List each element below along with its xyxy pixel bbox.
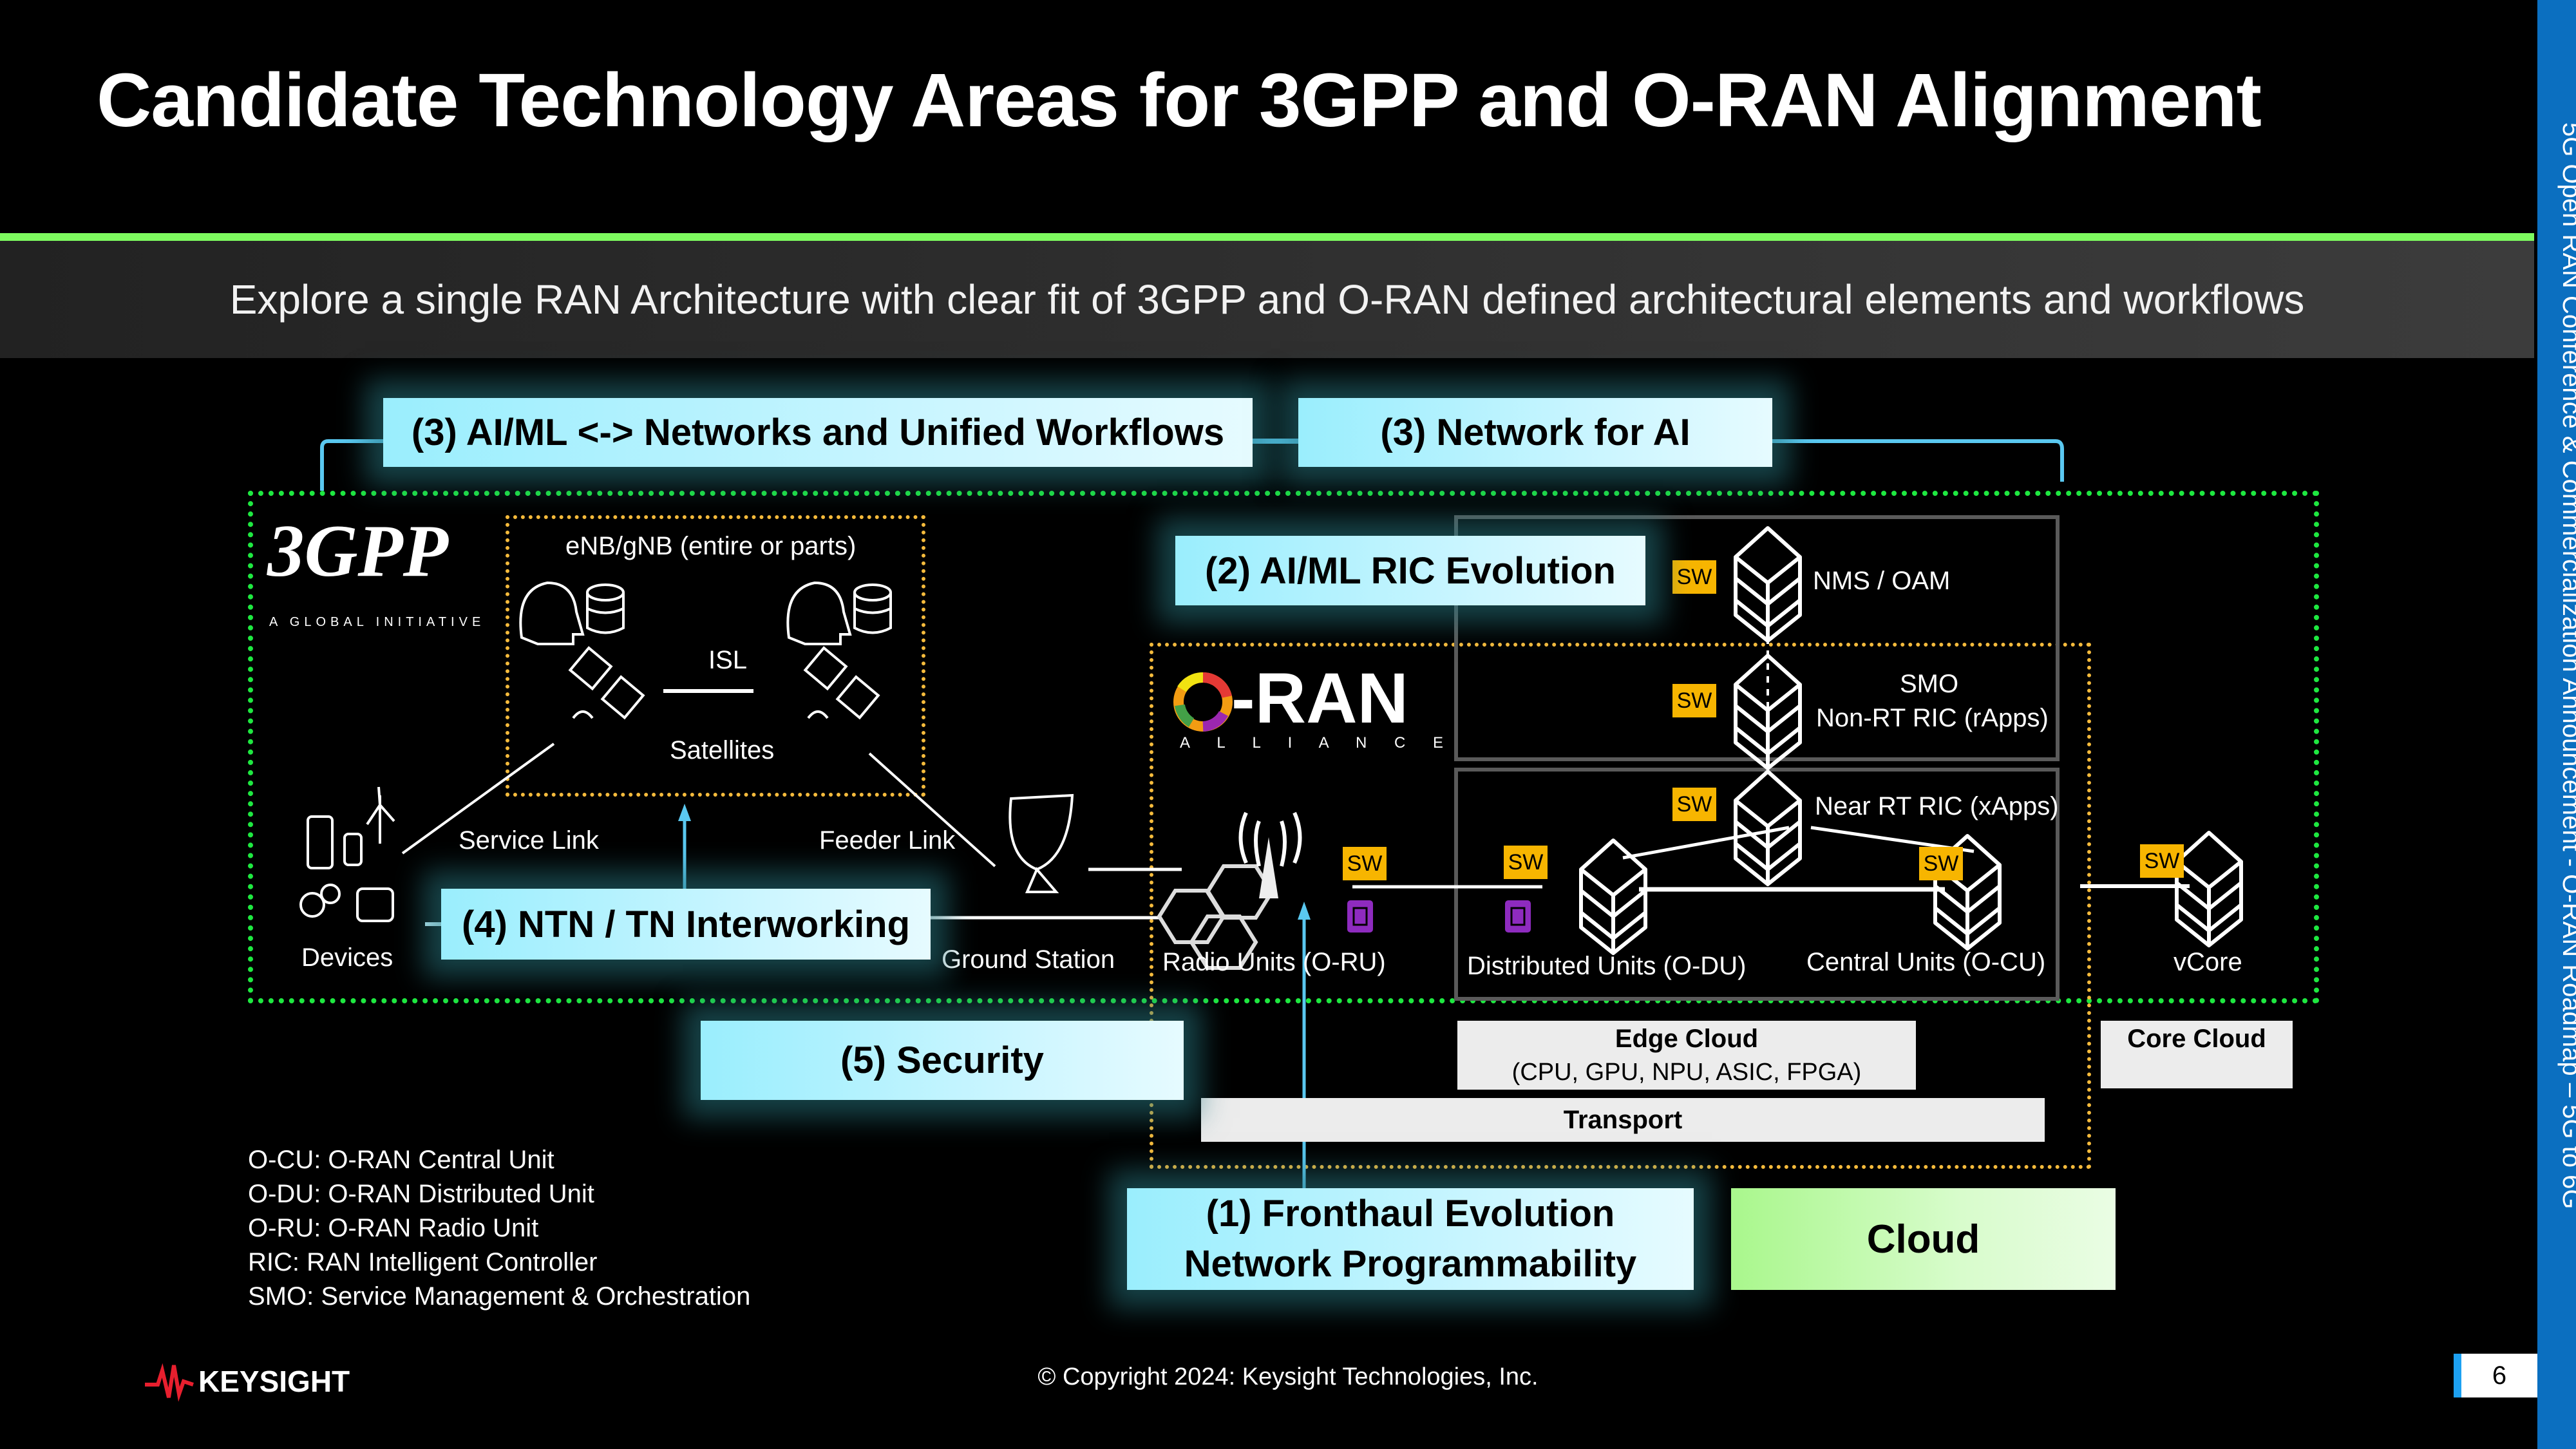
near-rt-ric-server-icon	[1734, 770, 1802, 886]
antenna-icon	[1259, 837, 1278, 898]
edge-cloud-sublabel: (CPU, GPU, NPU, ASIC, FPGA)	[1511, 1059, 1862, 1086]
database-icon-right	[853, 583, 892, 634]
feeder-link-label: Feeder Link	[819, 826, 956, 855]
nms-server-icon	[1734, 526, 1802, 643]
fronthaul-line2: Network Programmability	[1184, 1243, 1637, 1285]
callout-network-for-ai: (3) Network for AI	[1298, 398, 1772, 467]
callout-security: (5) Security	[701, 1021, 1184, 1100]
3gpp-logo: 3GPP	[267, 510, 449, 592]
ground-station-label: Ground Station	[942, 945, 1115, 974]
vcore-server-icon	[2175, 831, 2243, 947]
oran-logo-tagline: A L L I A N C E	[1180, 734, 1455, 752]
fronthaul-arrow-head	[1298, 902, 1311, 920]
sw-badge-odu: SW	[1504, 846, 1548, 879]
ground-station-dish-icon	[1009, 793, 1074, 893]
sw-badge-ocu: SW	[1919, 847, 1963, 880]
callout-cloud: Cloud	[1731, 1188, 2116, 1290]
vcore-label: vCore	[2174, 948, 2242, 976]
sw-badge-nms: SW	[1672, 560, 1716, 594]
distributed-units-label: Distributed Units (O-DU)	[1467, 952, 1747, 980]
radio-units-label: Radio Units (O-RU)	[1162, 948, 1386, 976]
smo-label: SMO	[1900, 670, 1959, 698]
3gpp-logo-tagline: A GLOBAL INITIATIVE	[269, 615, 486, 629]
enb-gnb-label: eNB/gNB (entire or parts)	[565, 532, 857, 560]
core-cloud-box: Core Cloud	[2101, 1021, 2293, 1088]
oran-logo-text: -RAN	[1231, 659, 1408, 738]
callout-ntn-tn-interworking: (4) NTN / TN Interworking	[441, 889, 931, 960]
transport-box: Transport	[1201, 1098, 2045, 1142]
service-link-label: Service Link	[459, 826, 599, 855]
database-icon-left	[586, 583, 625, 634]
oru-chip-icon	[1347, 900, 1373, 933]
page-number: 6	[2454, 1354, 2537, 1397]
glossary-item: O-DU: O-RAN Distributed Unit	[248, 1180, 594, 1208]
fronthaul-line1: (1) Fronthaul Evolution	[1206, 1193, 1615, 1235]
radio-unit-icon	[1157, 811, 1302, 970]
copyright: © Copyright 2024: Keysight Technologies,…	[1037, 1363, 1539, 1390]
callout-ric-evolution: (2) AI/ML RIC Evolution	[1175, 536, 1645, 605]
devices-icon	[299, 786, 395, 922]
ai-brain-icon-left	[519, 581, 585, 645]
glossary-item: O-CU: O-RAN Central Unit	[248, 1146, 554, 1174]
sw-badge-smo: SW	[1672, 684, 1716, 717]
isl-label: ISL	[708, 646, 748, 674]
glossary-item: SMO: Service Management & Orchestration	[248, 1282, 751, 1311]
satellite-right-icon	[803, 646, 880, 720]
satellite-left-icon	[568, 646, 645, 720]
non-rt-ric-label: Non-RT RIC (rApps)	[1816, 704, 2049, 732]
edge-cloud-label: Edge Cloud	[1615, 1025, 1759, 1053]
sw-badge-vcore: SW	[2140, 844, 2184, 878]
callout-aiml-workflows: (3) AI/ML <-> Networks and Unified Workf…	[383, 398, 1253, 467]
callout-fronthaul: (1) Fronthaul Evolution Network Programm…	[1127, 1188, 1694, 1290]
oran-ring-logo	[1173, 672, 1233, 732]
odu-chip-icon	[1505, 900, 1531, 933]
sw-badge-oru: SW	[1343, 847, 1387, 880]
central-units-label: Central Units (O-CU)	[1806, 948, 2046, 976]
bracket-left	[320, 439, 383, 491]
nms-oam-label: NMS / OAM	[1813, 567, 1951, 595]
du-server-icon	[1579, 838, 1647, 955]
glossary: O-CU: O-RAN Central Unit O-DU: O-RAN Dis…	[248, 1143, 750, 1314]
near-rt-ric-label: Near RT RIC (xApps)	[1815, 792, 2059, 820]
smo-server-icon	[1734, 654, 1802, 770]
glossary-item: O-RU: O-RAN Radio Unit	[248, 1214, 539, 1242]
edge-cloud-box: Edge Cloud (CPU, GPU, NPU, ASIC, FPGA)	[1457, 1021, 1916, 1090]
sw-badge-near-rt-ric: SW	[1672, 788, 1716, 821]
devices-label: Devices	[301, 943, 393, 972]
satellites-label: Satellites	[670, 736, 775, 764]
glossary-item: RIC: RAN Intelligent Controller	[248, 1248, 598, 1276]
ai-brain-icon-right	[786, 581, 852, 645]
bracket-right	[1772, 439, 2064, 482]
ntn-arrow-head	[678, 804, 691, 821]
